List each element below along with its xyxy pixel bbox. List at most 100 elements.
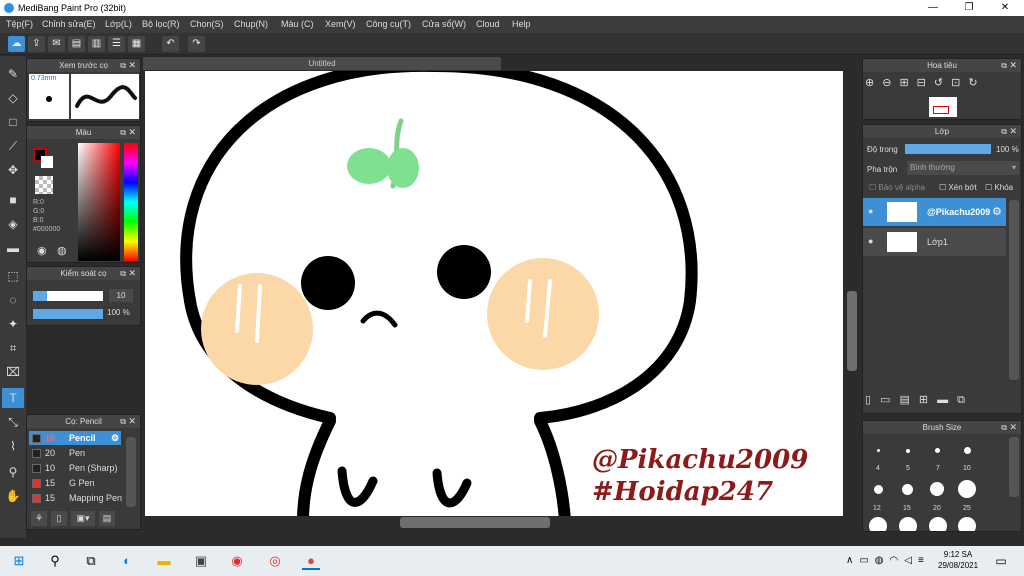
navigator-thumbnail[interactable] [929,97,957,117]
close-icon[interactable]: ✕ [128,267,136,280]
layer-item-selected[interactable]: ● @Pikachu2009 ⚙ [863,198,1006,226]
select-pen-icon[interactable]: ⌗ [2,338,24,358]
clock[interactable]: 9:12 SA 29/08/2021 [938,549,978,571]
new-brush-icon[interactable]: ▯ [51,511,67,526]
popout-icon[interactable]: ⧉ [120,415,126,428]
size-slider[interactable] [33,291,103,301]
menu-tools[interactable]: Công cụ(T) [366,19,411,29]
duplicate-layer-icon[interactable]: ▭ [880,394,899,406]
saturation-value-picker[interactable] [78,143,120,261]
secondary-color-swatch[interactable] [41,156,53,168]
layer-menu-icon[interactable]: ⊞ [919,394,937,406]
hand-tool-icon[interactable]: ✋ [2,486,24,506]
gear-icon[interactable]: ⚙ [992,205,1002,218]
select-eraser-icon[interactable]: ⌧ [2,362,24,382]
layer-copy-icon[interactable]: ⧉ [957,394,974,406]
layer-item[interactable]: ● Lớp1 [863,228,1006,256]
vertical-scrollbar[interactable] [845,71,859,516]
brush-item-pen-sharp[interactable]: 10 Pen (Sharp) [29,461,121,475]
palette-add-icon[interactable]: ◍ [57,244,67,257]
popout-icon[interactable]: ⧉ [120,267,126,280]
horizontal-scrollbar[interactable] [145,516,843,528]
rotate-left-icon[interactable]: ↺ [934,77,951,89]
menu-color[interactable]: Màu (C) [281,19,314,29]
brush-item-pencil[interactable]: 10 Pencil ⚙ [29,431,121,445]
document-tab[interactable]: Untitled [143,57,501,70]
fit-icon[interactable]: ⊞ [899,77,916,89]
size-preset-dot[interactable] [874,485,883,494]
transparent-swatch[interactable] [35,176,53,194]
size-preset-dot[interactable] [958,480,976,498]
popout-icon[interactable]: ⧉ [1001,125,1007,138]
layer-opacity-slider[interactable] [905,144,991,154]
drawing-canvas[interactable]: @Pikachu2009 #Hoidap247 [145,71,843,516]
search-icon[interactable]: ⚲ [46,552,64,570]
chrome-icon[interactable]: ◉ [228,552,246,570]
menu-cloud[interactable]: Cloud [476,19,500,29]
scroll-thumb[interactable] [847,291,857,371]
menu-filter[interactable]: Bộ lọc(R) [142,19,180,29]
menu-layer[interactable]: Lớp(L) [105,19,132,29]
notification-icon[interactable]: ▭ [992,552,1010,570]
brush-list-scrollbar[interactable] [126,437,136,507]
size-preset-dot[interactable] [929,517,947,531]
size-preset-dot[interactable] [930,482,944,496]
size-preset-dot[interactable] [964,447,971,454]
gradient-tool-icon[interactable]: ▬ [2,238,24,258]
undo-icon[interactable]: ↶ [162,36,179,52]
rotate-reset-icon[interactable]: ⊡ [951,77,968,89]
close-icon[interactable]: ✕ [1009,59,1017,72]
chevron-up-icon[interactable]: ∧ [846,555,859,566]
language-icon[interactable]: ≡ [918,555,930,566]
eyedropper-icon[interactable]: ⚲ [2,462,24,482]
menu-capture[interactable]: Chụp(N) [234,19,268,29]
gear-icon[interactable]: ⚙ [111,431,119,445]
size-preset-dot[interactable] [877,449,880,452]
wifi-icon[interactable]: ◠ [890,555,905,566]
eraser-tool-icon[interactable]: ◇ [2,88,24,108]
layer-add-icon[interactable]: ▤ [899,394,918,406]
rectangle-tool-icon[interactable]: □ [2,112,24,132]
dropper-tool-icon[interactable]: ⌇ [2,436,24,456]
line-tool-icon[interactable]: ⟋ [2,136,24,156]
close-button[interactable]: ✕ [988,0,1022,16]
menu-file[interactable]: Tệp(F) [6,19,33,29]
new-layer-icon[interactable]: ▯ [865,394,880,406]
zoom-out-icon[interactable]: ⊖ [882,77,899,89]
operation-tool-icon[interactable]: ⤡ [2,412,24,432]
popout-icon[interactable]: ⧉ [1001,59,1007,72]
fill-rect-tool-icon[interactable]: ■ [2,190,24,210]
size-preset-dot[interactable] [958,517,976,531]
hue-slider[interactable] [124,143,138,261]
size-preset-dot[interactable] [906,449,910,453]
size-value-field[interactable]: 10 [109,289,133,302]
lasso-tool-icon[interactable]: ◌ [2,290,24,310]
blend-mode-select[interactable]: Bình thường ▾ [907,161,1019,175]
volume-icon[interactable]: ◁ [904,555,918,566]
layers-scrollbar[interactable] [1009,200,1019,380]
popout-icon[interactable]: ⧉ [120,59,126,72]
chat-icon[interactable]: ✉ [48,36,65,52]
clip-checkbox[interactable]: ☐ Xén bớt [939,183,977,192]
redo-icon[interactable]: ↷ [188,36,205,52]
eye-icon[interactable]: ● [868,236,873,246]
maximize-button[interactable]: ❐ [952,0,986,16]
lock-checkbox[interactable]: ☐ Khóa [985,183,1013,192]
menu-window[interactable]: Cửa sổ(W) [422,19,466,29]
menu-select[interactable]: Chọn(S) [190,19,224,29]
size-preset-dot[interactable] [935,448,940,453]
upload-icon[interactable]: ⇪ [28,36,45,52]
size-preset-dot[interactable] [902,484,913,495]
close-icon[interactable]: ✕ [1009,125,1017,138]
close-icon[interactable]: ✕ [128,415,136,428]
battery-icon[interactable]: ▭ [859,555,874,566]
close-icon[interactable]: ✕ [128,126,136,139]
magic-wand-icon[interactable]: ✦ [2,314,24,334]
grid-icon[interactable]: ▦ [128,36,145,52]
close-icon[interactable]: ✕ [128,59,136,72]
add-brush-icon[interactable]: ⚘ [31,511,47,526]
brush-menu-icon[interactable]: ▣▾ [71,511,95,526]
windows-start-icon[interactable]: ⊞ [10,552,28,570]
brush-item-mapping-pen[interactable]: 15 Mapping Pen [29,491,122,505]
brush-size-scrollbar[interactable] [1009,437,1019,497]
